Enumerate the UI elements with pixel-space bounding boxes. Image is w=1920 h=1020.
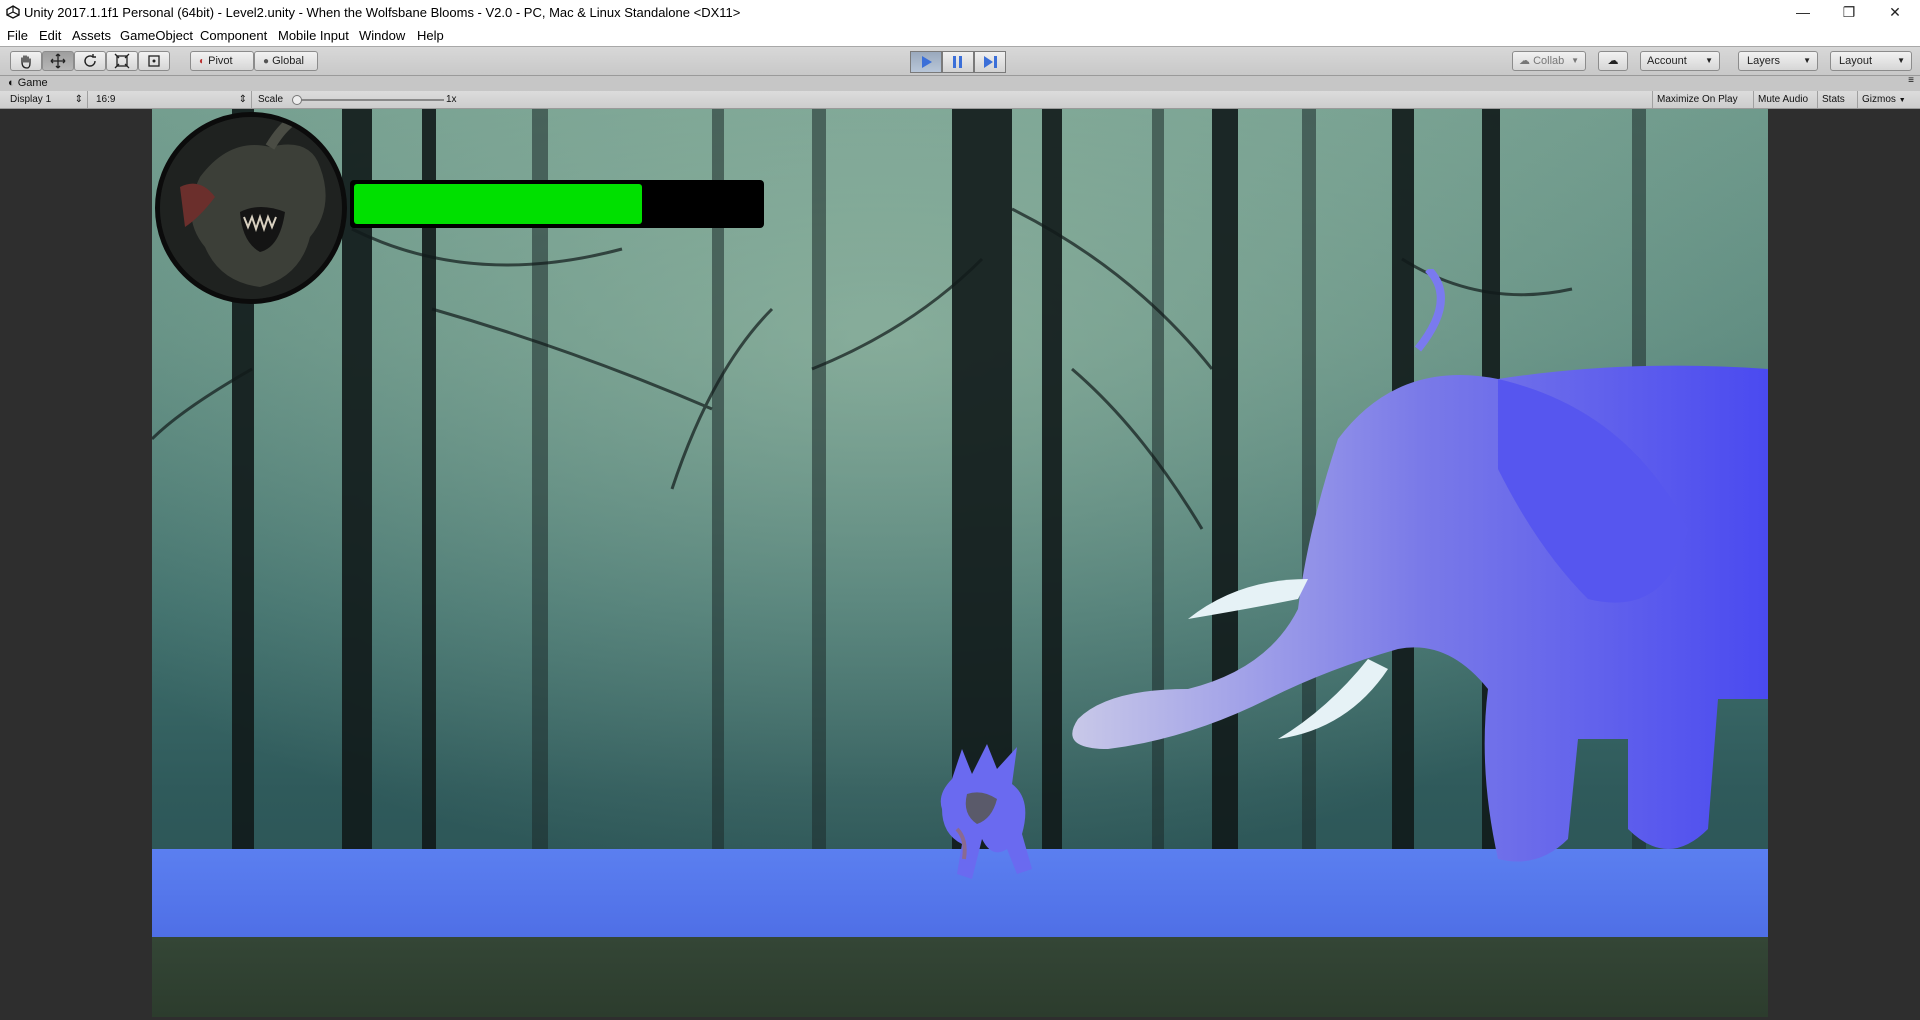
display-label: Display 1	[10, 94, 52, 105]
maximize-on-play-toggle[interactable]: Maximize On Play	[1652, 91, 1754, 108]
health-bar	[350, 180, 764, 228]
move-icon	[50, 53, 66, 69]
hand-tool-button[interactable]	[10, 51, 42, 71]
scale-control: Scale 1x	[254, 91, 464, 108]
restore-icon: ❐	[1842, 4, 1856, 20]
display-dropdown[interactable]: Display 1 ⇕	[6, 91, 88, 108]
player-creature	[940, 744, 1032, 879]
stats-label: Stats	[1822, 94, 1845, 105]
pivot-label: Pivot	[208, 55, 233, 67]
pause-button[interactable]	[942, 51, 974, 73]
globe-icon: ●	[263, 56, 270, 67]
restore-button[interactable]: ❐	[1826, 0, 1872, 26]
menu-gameobject[interactable]: GameObject	[120, 28, 193, 43]
hand-icon	[21, 55, 31, 69]
cloud-icon: ☁	[1607, 55, 1619, 67]
dropdown-arrow-icon: ⇕	[74, 94, 83, 105]
gizmos-label: Gizmos	[1862, 94, 1896, 105]
window-title: Unity 2017.1.1f1 Personal (64bit) - Leve…	[24, 5, 741, 20]
window-title-bar: Unity 2017.1.1f1 Personal (64bit) - Leve…	[0, 0, 1920, 26]
step-button[interactable]	[974, 51, 1006, 73]
scale-label: Scale	[258, 94, 284, 105]
game-tab-icon: ◐	[8, 77, 15, 89]
collab-icon: ☁	[1519, 55, 1530, 67]
layout-label: Layout	[1839, 55, 1873, 67]
rotate-icon	[84, 54, 96, 67]
scale-value: 1x	[446, 94, 457, 105]
dropdown-arrow-icon: ▼	[1898, 97, 1906, 104]
dropdown-arrow-icon: ▼	[1803, 56, 1811, 65]
account-label: Account	[1647, 55, 1687, 67]
menu-help[interactable]: Help	[417, 28, 444, 43]
gizmos-dropdown[interactable]: Gizmos ▼	[1858, 91, 1916, 108]
game-view[interactable]	[0, 109, 1920, 1020]
layers-dropdown[interactable]: Layers ▼	[1738, 51, 1818, 71]
dropdown-arrow-icon: ▼	[1705, 56, 1713, 65]
pause-icon	[953, 56, 962, 68]
close-button[interactable]: ✕	[1872, 0, 1918, 26]
game-viewport[interactable]	[152, 109, 1768, 1017]
player-portrait	[155, 112, 347, 304]
cloud-button[interactable]: ☁	[1598, 51, 1628, 71]
global-toggle[interactable]: ● Global	[254, 51, 318, 71]
scale-slider[interactable]	[292, 95, 444, 105]
health-bar-fill	[354, 184, 642, 224]
menu-file[interactable]: File	[7, 28, 28, 43]
scale-slider-thumb[interactable]	[292, 95, 302, 105]
dropdown-arrow-icon: ⇕	[238, 94, 247, 105]
werewolf-portrait-icon	[160, 117, 342, 299]
close-icon: ✕	[1889, 4, 1901, 20]
dropdown-arrow-icon: ▼	[1571, 56, 1579, 65]
elephant-enemy	[1072, 269, 1768, 862]
aspect-dropdown[interactable]: 16:9 ⇕	[92, 91, 252, 108]
game-tab-label: Game	[17, 77, 48, 89]
scale-icon	[114, 53, 130, 69]
stats-toggle[interactable]: Stats	[1818, 91, 1858, 108]
play-button[interactable]	[910, 51, 942, 73]
rotate-tool-button[interactable]	[74, 51, 106, 71]
dropdown-arrow-icon: ▼	[1897, 56, 1905, 65]
rect-transform-icon	[148, 55, 160, 67]
minimize-button[interactable]: —	[1780, 0, 1826, 26]
maximize-on-play-label: Maximize On Play	[1657, 94, 1738, 105]
game-tab[interactable]: ◐ Game	[8, 77, 48, 89]
global-label: Global	[272, 55, 304, 67]
main-toolbar: ◐ Pivot ● Global ☁ Collab ▼ ☁ Account ▼ …	[0, 46, 1920, 76]
tab-menu-icon[interactable]: ≡	[1908, 75, 1914, 86]
collab-label: Collab	[1533, 55, 1565, 67]
layers-label: Layers	[1747, 55, 1781, 67]
pivot-icon: ◐	[199, 56, 206, 67]
account-dropdown[interactable]: Account ▼	[1640, 51, 1720, 71]
move-tool-button[interactable]	[42, 51, 74, 71]
game-view-toolbar: Display 1 ⇕ 16:9 ⇕ Scale 1x Maximize On …	[0, 91, 1920, 109]
menu-bar: File Edit Assets GameObject Component Mo…	[0, 26, 1920, 46]
menu-edit[interactable]: Edit	[39, 28, 61, 43]
aspect-label: 16:9	[96, 94, 116, 105]
menu-window[interactable]: Window	[359, 28, 405, 43]
menu-assets[interactable]: Assets	[72, 28, 111, 43]
step-icon	[984, 56, 997, 68]
ground-terrain	[152, 937, 1768, 1017]
play-icon	[922, 56, 932, 68]
scale-tool-button[interactable]	[106, 51, 138, 71]
pivot-toggle[interactable]: ◐ Pivot	[190, 51, 254, 71]
mute-audio-label: Mute Audio	[1758, 94, 1809, 105]
layout-dropdown[interactable]: Layout ▼	[1830, 51, 1912, 71]
rect-tool-button[interactable]	[138, 51, 170, 71]
mute-audio-toggle[interactable]: Mute Audio	[1754, 91, 1818, 108]
menu-mobile-input[interactable]: Mobile Input	[278, 28, 349, 43]
unity-logo-icon	[6, 5, 20, 19]
minimize-icon: —	[1796, 4, 1810, 20]
game-tab-header: ◐ Game ≡	[0, 75, 1920, 91]
collab-dropdown[interactable]: ☁ Collab ▼	[1512, 51, 1586, 71]
menu-component[interactable]: Component	[200, 28, 267, 43]
